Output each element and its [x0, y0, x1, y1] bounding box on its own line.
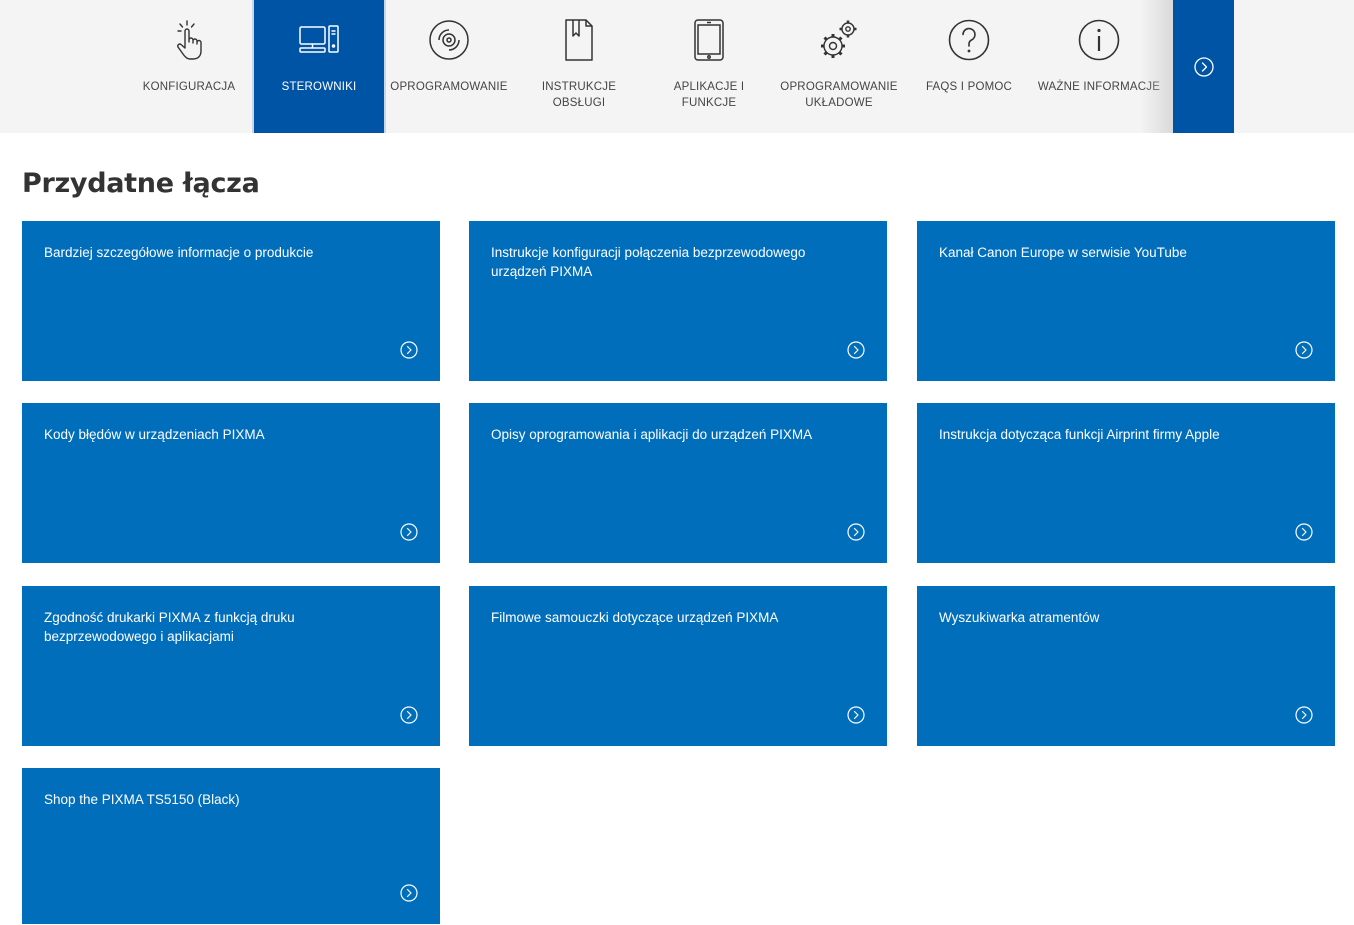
chevron-right-circle-icon: [847, 523, 865, 541]
chevron-right-circle-icon: [400, 341, 418, 359]
link-card-product-details[interactable]: Bardziej szczegółowe informacje o produk…: [22, 221, 440, 381]
link-card-label: Filmowe samouczki dotyczące urządzeń PIX…: [491, 610, 779, 625]
nav-scroll-shadow: [1140, 0, 1173, 133]
link-card-label: Kanał Canon Europe w serwisie YouTube: [939, 245, 1187, 260]
link-card-label: Instrukcja dotycząca funkcji Airprint fi…: [939, 427, 1220, 442]
link-card-wireless-setup[interactable]: Instrukcje konfiguracji połączenia bezpr…: [469, 221, 887, 381]
link-card-error-codes[interactable]: Kody błędów w urządzeniach PIXMA: [22, 403, 440, 563]
chevron-right-circle-icon: [1295, 341, 1313, 359]
link-card-ink-finder[interactable]: Wyszukiwarka atramentów: [917, 586, 1335, 746]
nav-label: OPROGRAMOWANIE: [390, 81, 508, 93]
chevron-right-circle-icon: [1193, 56, 1214, 77]
link-card-airprint-guide[interactable]: Instrukcja dotycząca funkcji Airprint fi…: [917, 403, 1335, 563]
link-card-label: Opisy oprogramowania i aplikacji do urzą…: [491, 427, 813, 442]
link-card-video-tutorials[interactable]: Filmowe samouczki dotyczące urządzeń PIX…: [469, 586, 887, 746]
tablet-icon: [687, 18, 731, 62]
nav-item-oprogramowanie-ukladowe[interactable]: OPROGRAMOWANIE UKŁADOWE: [774, 0, 904, 133]
nav-next-button[interactable]: [1173, 0, 1234, 133]
link-card-wireless-compatibility[interactable]: Zgodność drukarki PIXMA z funkcją druku …: [22, 586, 440, 746]
chevron-right-circle-icon: [1295, 706, 1313, 724]
page-title: Przydatne łącza: [22, 168, 260, 199]
nav-item-oprogramowanie[interactable]: OPROGRAMOWANIE: [384, 0, 514, 133]
link-card-label: Instrukcje konfiguracji połączenia bezpr…: [491, 245, 806, 279]
nav-label: OPROGRAMOWANIE UKŁADOWE: [780, 81, 898, 109]
nav-item-faqs-i-pomoc[interactable]: FAQS I POMOC: [904, 0, 1034, 133]
link-card-youtube-channel[interactable]: Kanał Canon Europe w serwisie YouTube: [917, 221, 1335, 381]
gears-icon: [817, 18, 861, 62]
nav-item-konfiguracja[interactable]: KONFIGURACJA: [124, 0, 254, 133]
chevron-right-circle-icon: [400, 523, 418, 541]
nav-item-instrukcje-obslugi[interactable]: INSTRUKCJE OBSŁUGI: [514, 0, 644, 133]
nav-label: STEROWNIKI: [281, 81, 357, 93]
link-card-label: Wyszukiwarka atramentów: [939, 610, 1100, 625]
nav-label: FAQS I POMOC: [925, 81, 1013, 93]
question-icon: [947, 18, 991, 62]
nav-item-aplikacje-i-funkcje[interactable]: APLIKACJE I FUNKCJE: [644, 0, 774, 133]
link-card-label: Shop the PIXMA TS5150 (Black): [44, 792, 240, 807]
nav-label: APLIKACJE I FUNKCJE: [673, 81, 745, 109]
hand-pointer-icon: [167, 18, 211, 62]
link-card-label: Bardziej szczegółowe informacje o produk…: [44, 245, 314, 260]
info-icon: [1077, 18, 1121, 62]
disc-icon: [427, 18, 471, 62]
chevron-right-circle-icon: [847, 341, 865, 359]
chevron-right-circle-icon: [400, 884, 418, 902]
chevron-right-circle-icon: [1295, 523, 1313, 541]
link-card-label: Zgodność drukarki PIXMA z funkcją druku …: [44, 610, 295, 644]
nav-item-sterowniki[interactable]: STEROWNIKI: [254, 0, 384, 133]
nav-label: KONFIGURACJA: [142, 81, 236, 93]
chevron-right-circle-icon: [400, 706, 418, 724]
link-card-software-descriptions[interactable]: Opisy oprogramowania i aplikacji do urzą…: [469, 403, 887, 563]
manual-book-icon: [557, 18, 601, 62]
link-card-shop[interactable]: Shop the PIXMA TS5150 (Black): [22, 768, 440, 924]
nav-label: INSTRUKCJE OBSŁUGI: [541, 81, 617, 109]
link-card-label: Kody błędów w urządzeniach PIXMA: [44, 427, 265, 442]
computer-icon: [297, 18, 341, 62]
chevron-right-circle-icon: [847, 706, 865, 724]
product-support-nav: KONFIGURACJA STEROWNIKI OPROGRAMOWANIE I…: [0, 0, 1354, 133]
